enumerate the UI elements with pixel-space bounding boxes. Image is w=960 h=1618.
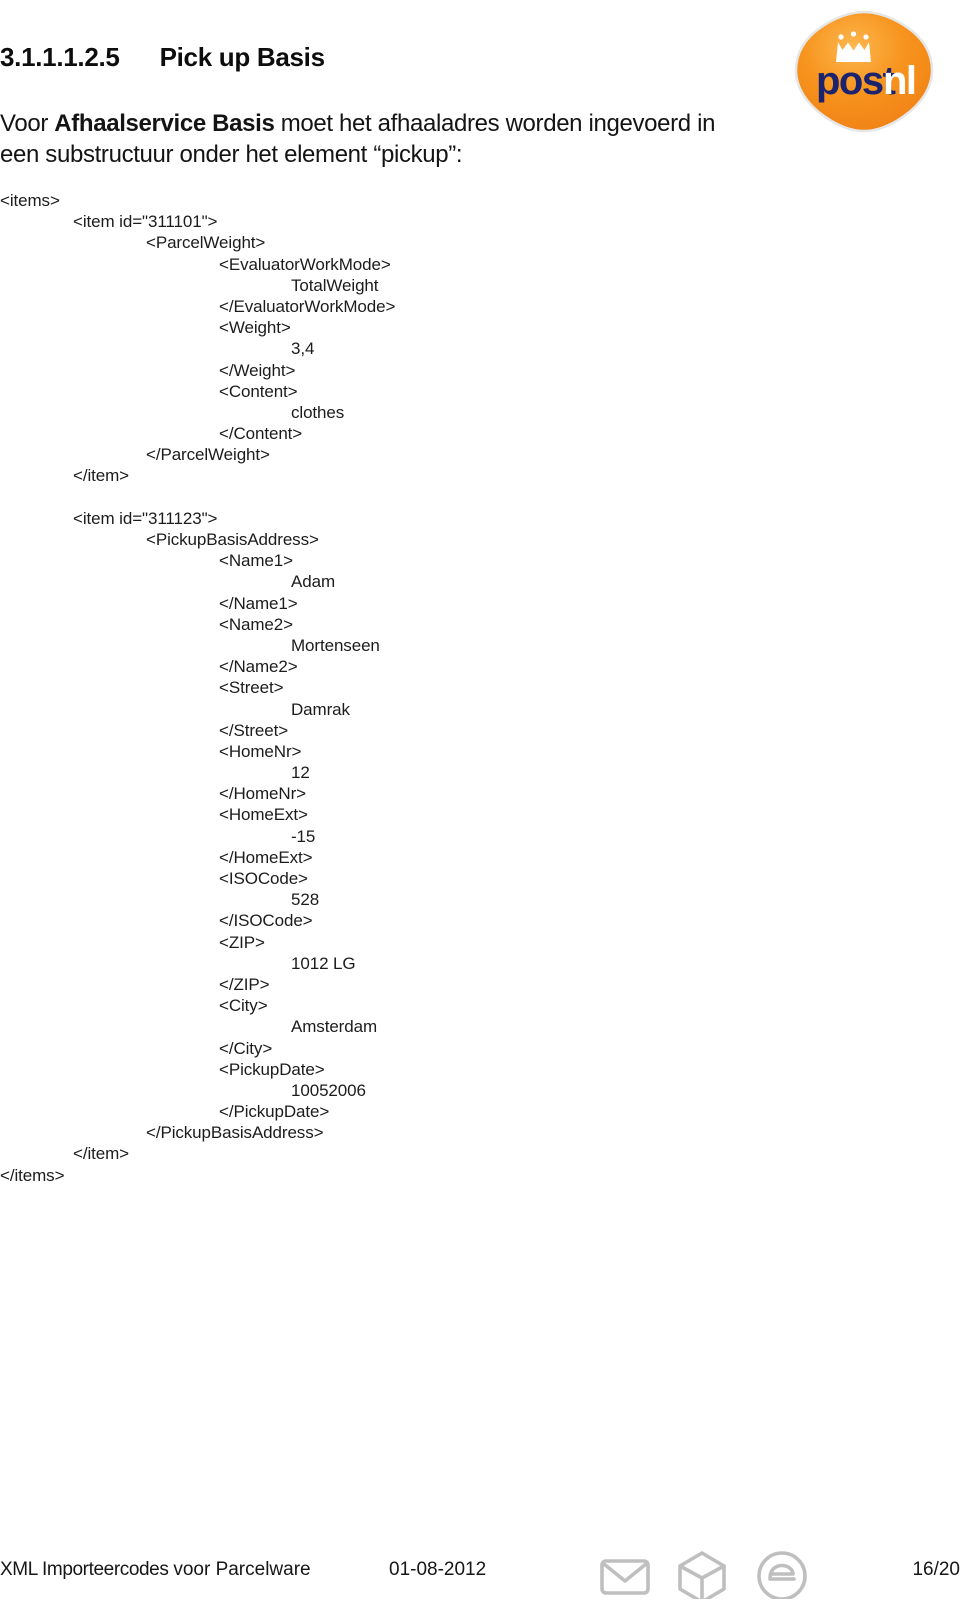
code-line: 10052006: [291, 1080, 366, 1100]
code-line: <item id="311101">: [73, 212, 218, 232]
code-line: </ParcelWeight>: [146, 445, 270, 465]
code-line: <Name2>: [219, 614, 293, 634]
code-line: <ZIP>: [219, 932, 265, 952]
code-line: </ISOCode>: [219, 911, 313, 931]
code-line: <PickupDate>: [219, 1059, 325, 1079]
code-line: </item>: [73, 1144, 129, 1164]
code-line: </Name1>: [219, 593, 298, 613]
envelope-icon: [600, 1559, 650, 1595]
code-line: <Name1>: [219, 551, 293, 571]
code-line: </PickupDate>: [219, 1102, 330, 1122]
code-line: <ISOCode>: [219, 869, 308, 888]
code-line: -15: [291, 826, 316, 846]
code-line: </Weight>: [219, 360, 296, 380]
document-page: post nl 3.1.1.1.2.5 Pick up Basis Voor Af…: [0, 0, 960, 1618]
page-footer: XML Importeercodes voor Parcelware 01-08…: [0, 1548, 960, 1600]
footer-title-part2: voor Parcelware: [173, 1559, 311, 1580]
intro-paragraph: Voor Afhaalservice Basis moet het afhaal…: [0, 108, 720, 170]
code-line: <items>: [0, 191, 60, 210]
logo-wordmark-nl: nl: [883, 59, 916, 103]
code-line: <HomeNr>: [219, 741, 302, 761]
code-line: <ParcelWeight>: [146, 233, 266, 253]
code-line: Amsterdam: [291, 1017, 378, 1037]
postnl-logo: post nl: [790, 6, 938, 138]
code-line: Adam: [291, 572, 336, 592]
code-line: </items>: [0, 1165, 65, 1185]
code-line: 1012 LG: [291, 953, 356, 973]
code-line: TotalWeight: [291, 275, 379, 295]
code-line: <Weight>: [219, 318, 291, 338]
section-number: 3.1.1.1.2.5: [0, 42, 120, 72]
intro-text-bold: Afhaalservice Basis: [54, 110, 275, 137]
code-line: </ZIP>: [219, 974, 270, 994]
code-line: </EvaluatorWorkMode>: [219, 296, 396, 316]
code-line: <City>: [219, 996, 268, 1016]
code-line: </HomeNr>: [219, 784, 306, 804]
code-line: Mortenseen: [291, 635, 380, 655]
footer-icons-svg: [600, 1551, 807, 1599]
footer-document-title: XML Importeercodes voor Parcelware: [0, 1558, 311, 1582]
code-line: </PickupBasisAddress>: [146, 1123, 324, 1143]
code-line: Damrak: [291, 699, 350, 719]
code-line: clothes: [291, 402, 345, 422]
code-line: <item id="311123">: [73, 508, 218, 528]
code-line: </Name2>: [219, 657, 298, 677]
code-line: 528: [291, 890, 320, 910]
code-line: <PickupBasisAddress>: [146, 530, 319, 549]
footer-icon-group: [598, 1549, 820, 1599]
section-title: Pick up Basis: [159, 42, 325, 72]
footer-date: 01-08-2012: [389, 1559, 487, 1580]
code-line: <EvaluatorWorkMode>: [219, 254, 391, 274]
e-commerce-icon: [757, 1551, 807, 1599]
code-line: <HomeExt>: [219, 805, 308, 825]
postnl-logo-svg: post nl: [794, 10, 934, 133]
code-line: </HomeExt>: [219, 847, 313, 867]
code-line: </item>: [73, 466, 129, 486]
code-line: 3,4: [291, 339, 315, 359]
code-line: <Street>: [219, 678, 284, 698]
xml-code-block: <items> <item id="311101"> <ParcelWeight> <…: [0, 190, 780, 1186]
code-line: 12: [291, 763, 310, 783]
parcel-box-icon: [678, 1551, 726, 1599]
code-line: </Street>: [219, 720, 289, 740]
code-line: </City>: [219, 1038, 273, 1058]
footer-title-part1: XML Importeercodes: [0, 1559, 174, 1580]
section-heading: 3.1.1.1.2.5 Pick up Basis: [0, 40, 760, 74]
code-line: <Content>: [219, 381, 298, 401]
intro-text-before: Voor: [0, 110, 55, 137]
footer-page-number: 16/20: [912, 1559, 960, 1580]
code-line: </Content>: [219, 424, 303, 444]
